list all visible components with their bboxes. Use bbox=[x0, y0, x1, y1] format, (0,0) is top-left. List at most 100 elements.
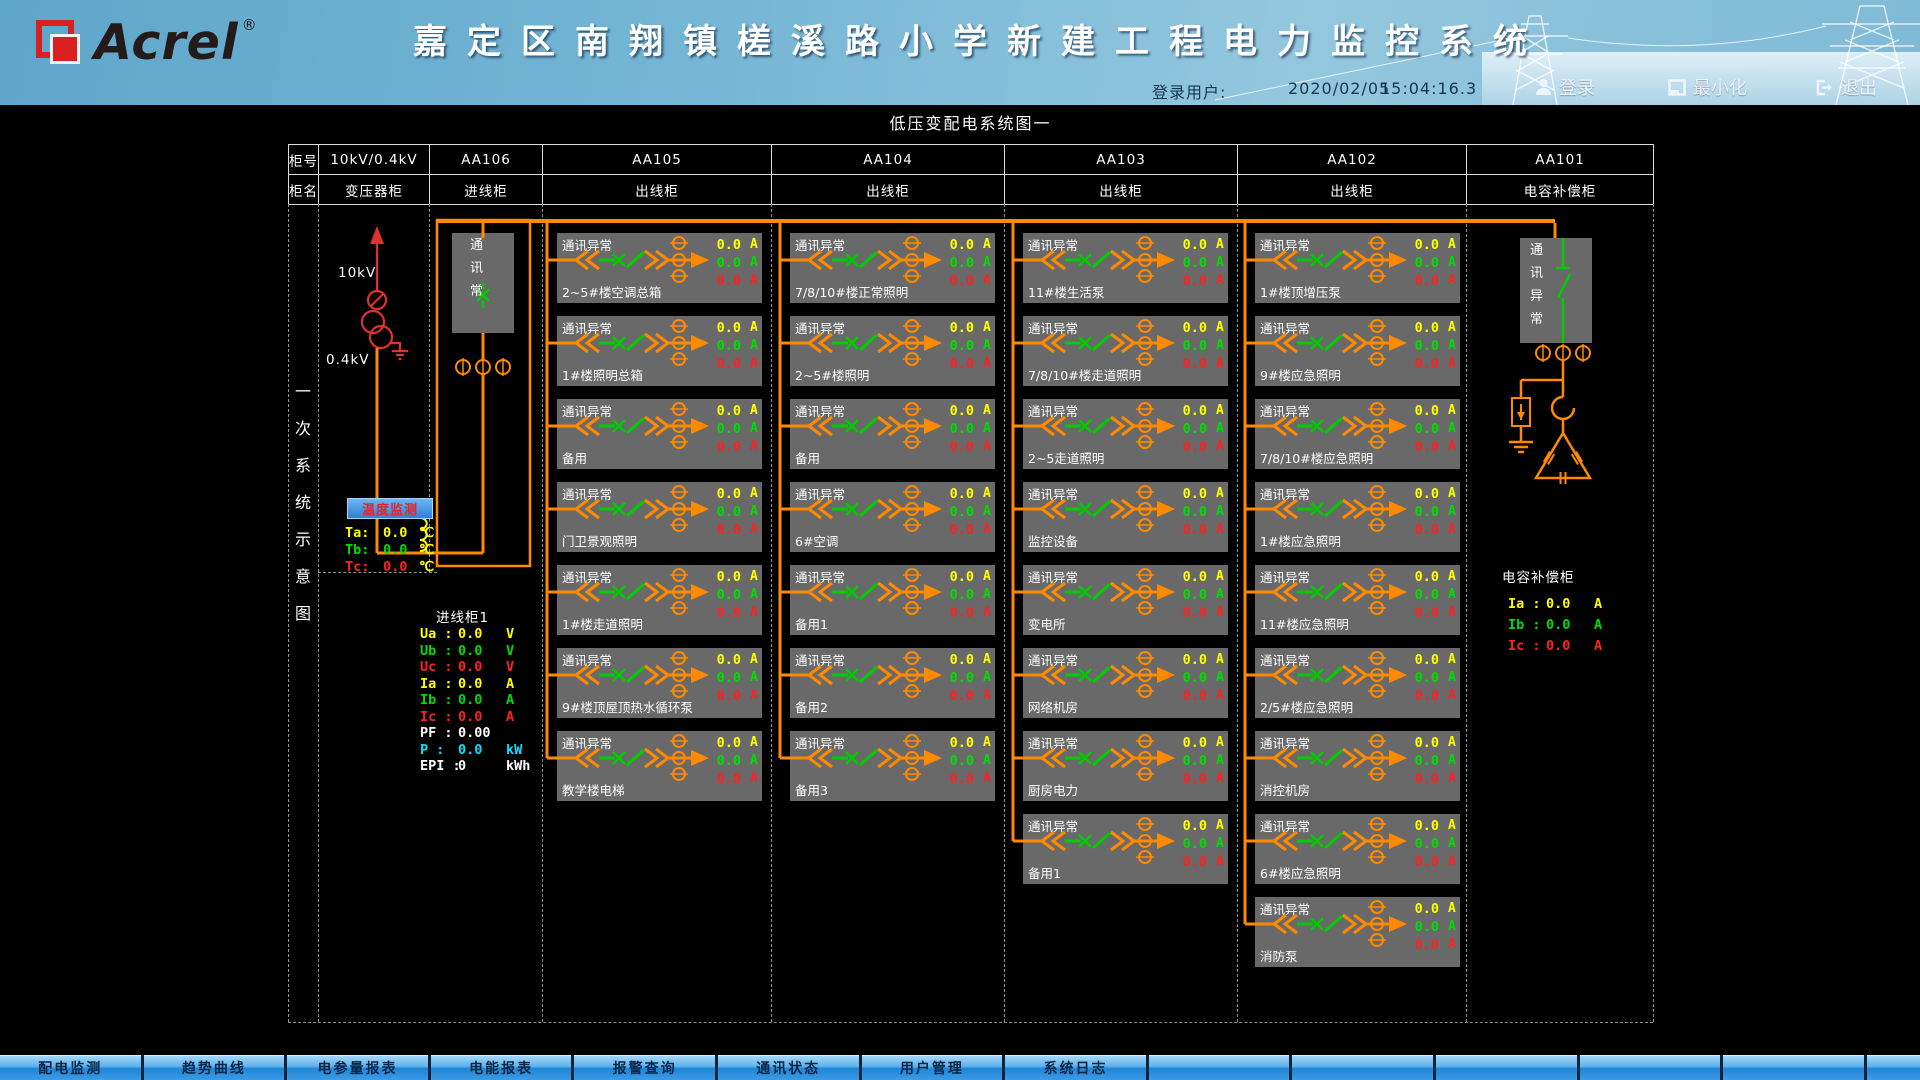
feeder-panel[interactable]: 通讯异常 0.0A0.0A0.0A消防泵 bbox=[1255, 897, 1460, 967]
nav-button[interactable]: 系统日志 bbox=[1005, 1055, 1149, 1080]
phase-current-unit: A bbox=[1448, 818, 1456, 833]
phase-current-value: 0.0 bbox=[1173, 670, 1207, 686]
feeder-panel[interactable]: 通讯异常 0.0A0.0A0.0A2/5#楼应急照明 bbox=[1255, 648, 1460, 718]
phase-current-value: 0.0 bbox=[1173, 854, 1207, 870]
metric-row: EPI : 0 kWh bbox=[420, 758, 469, 774]
phase-current-value: 0.0 bbox=[1405, 439, 1439, 455]
feeder-panel[interactable]: 通讯异常 0.0A0.0A0.0A教学楼电梯 bbox=[557, 731, 762, 801]
nav-button[interactable]: 报警查询 bbox=[574, 1055, 718, 1080]
metric-row: Ic : 0.0 A bbox=[420, 709, 469, 725]
phase-current-value: 0.0 bbox=[1173, 403, 1207, 419]
phase-current-unit: A bbox=[1448, 255, 1456, 270]
feeder-name-label: 1#楼顶增压泵 bbox=[1260, 282, 1341, 301]
nav-button[interactable]: 电能报表 bbox=[431, 1055, 575, 1080]
phase-current-unit: A bbox=[1448, 587, 1456, 602]
metric-row: Ic : 0.0 A bbox=[1508, 638, 1557, 654]
feeder-name-label: 11#楼生活泵 bbox=[1028, 282, 1104, 301]
exit-button[interactable]: 退出 bbox=[1816, 74, 1877, 100]
nav-button-empty[interactable] bbox=[1867, 1055, 1920, 1080]
nav-button-empty[interactable] bbox=[1580, 1055, 1724, 1080]
metric-label: Ia : bbox=[420, 676, 453, 692]
feeder-panel[interactable]: 通讯异常 0.0A0.0A0.0A厨房电力 bbox=[1023, 731, 1228, 801]
feeder-panel[interactable]: 通讯异常 0.0A0.0A0.0A门卫景观照明 bbox=[557, 482, 762, 552]
feeder-panel[interactable]: 通讯异常 0.0A0.0A0.0A7/8/10#楼走道照明 bbox=[1023, 316, 1228, 386]
nav-button[interactable]: 电参量报表 bbox=[287, 1055, 431, 1080]
phase-current-value: 0.0 bbox=[707, 273, 741, 289]
phase-current-unit: A bbox=[1216, 403, 1224, 418]
nav-button-empty[interactable] bbox=[1436, 1055, 1580, 1080]
phase-current-value: 0.0 bbox=[1405, 605, 1439, 621]
nav-button[interactable]: 趋势曲线 bbox=[144, 1055, 288, 1080]
phase-current-value: 0.0 bbox=[1173, 605, 1207, 621]
phase-current-unit: A bbox=[1448, 605, 1456, 620]
nav-button[interactable]: 通讯状态 bbox=[718, 1055, 862, 1080]
phase-current-value: 0.0 bbox=[707, 522, 741, 538]
metric-unit: A bbox=[1594, 638, 1602, 654]
metric-unit: A bbox=[506, 692, 514, 708]
feeder-panel[interactable]: 通讯异常 0.0A0.0A0.0A6#楼应急照明 bbox=[1255, 814, 1460, 884]
nav-button[interactable]: 配电监测 bbox=[0, 1055, 144, 1080]
phase-current-unit: A bbox=[750, 522, 758, 537]
feeder-panel[interactable]: 通讯异常 0.0A0.0A0.0A7/8/10#楼应急照明 bbox=[1255, 399, 1460, 469]
nav-button[interactable]: 用户管理 bbox=[862, 1055, 1006, 1080]
phase-current-unit: A bbox=[1216, 273, 1224, 288]
feeder-panel[interactable]: 通讯异常 0.0A0.0A0.0A1#楼顶增压泵 bbox=[1255, 233, 1460, 303]
feeder-panel[interactable]: 通讯异常 0.0A0.0A0.0A9#楼顶屋顶热水循环泵 bbox=[557, 648, 762, 718]
capacitor-cabinet-title: 电容补偿柜 bbox=[1502, 566, 1575, 586]
feeder-panel[interactable]: 通讯异常 0.0A0.0A0.0A备用1 bbox=[790, 565, 995, 635]
feeder-panel[interactable]: 通讯异常 0.0A0.0A0.0A备用2 bbox=[790, 648, 995, 718]
metric-row: Tc: 0.0 ℃ bbox=[345, 559, 394, 575]
comm-char: 通 bbox=[1530, 244, 1543, 257]
feeder-panel[interactable]: 通讯异常 0.0A0.0A0.0A2~5#楼照明 bbox=[790, 316, 995, 386]
phase-current-value: 0.0 bbox=[1405, 688, 1439, 704]
phase-current-value: 0.0 bbox=[940, 735, 974, 751]
phase-current-value: 0.0 bbox=[1173, 753, 1207, 769]
phase-current-unit: A bbox=[1216, 854, 1224, 869]
feeder-panel[interactable]: 通讯异常 0.0A0.0A0.0A备用 bbox=[557, 399, 762, 469]
feeder-panel[interactable]: 通讯异常 0.0A0.0A0.0A备用3 bbox=[790, 731, 995, 801]
phase-current-value: 0.0 bbox=[1405, 854, 1439, 870]
phase-current-unit: A bbox=[1216, 255, 1224, 270]
nav-button-empty[interactable] bbox=[1723, 1055, 1867, 1080]
feeder-panel[interactable]: 通讯异常 0.0A0.0A0.0A9#楼应急照明 bbox=[1255, 316, 1460, 386]
feeder-panel[interactable]: 通讯异常 0.0A0.0A0.0A备用1 bbox=[1023, 814, 1228, 884]
login-button[interactable]: 登录 bbox=[1535, 74, 1595, 100]
feeder-panel[interactable]: 通讯异常 0.0A0.0A0.0A消控机房 bbox=[1255, 731, 1460, 801]
phase-current-value: 0.0 bbox=[1405, 273, 1439, 289]
exit-icon bbox=[1816, 79, 1834, 96]
feeder-panel[interactable]: 通讯异常 0.0A0.0A0.0A1#楼走道照明 bbox=[557, 565, 762, 635]
feeder-panel[interactable]: 通讯异常 0.0A0.0A0.0A网络机房 bbox=[1023, 648, 1228, 718]
phase-current-unit: A bbox=[1216, 320, 1224, 335]
phase-current-value: 0.0 bbox=[1173, 735, 1207, 751]
phase-current-unit: A bbox=[983, 605, 991, 620]
minimize-button[interactable]: 最小化 bbox=[1668, 74, 1747, 100]
feeder-panel[interactable]: 通讯异常 0.0A0.0A0.0A11#楼应急照明 bbox=[1255, 565, 1460, 635]
feeder-panel[interactable]: 通讯异常 0.0A0.0A0.0A11#楼生活泵 bbox=[1023, 233, 1228, 303]
phase-current-value: 0.0 bbox=[940, 688, 974, 704]
phase-current-value: 0.0 bbox=[707, 771, 741, 787]
phase-current-value: 0.0 bbox=[1173, 237, 1207, 253]
feeder-panel[interactable]: 通讯异常 0.0A0.0A0.0A2~5走道照明 bbox=[1023, 399, 1228, 469]
phase-current-unit: A bbox=[750, 486, 758, 501]
current-date: 2020/02/05 bbox=[1288, 79, 1390, 98]
grid-dash-line bbox=[288, 1022, 1653, 1023]
feeder-panel[interactable]: 通讯异常 0.0A0.0A0.0A变电所 bbox=[1023, 565, 1228, 635]
temperature-monitor-button[interactable]: 温度监测 bbox=[347, 498, 433, 519]
feeder-name-label: 网络机房 bbox=[1028, 697, 1078, 716]
grid-dash-line bbox=[1004, 204, 1005, 1022]
feeder-panel[interactable]: 通讯异常 0.0A0.0A0.0A2~5#楼空调总箱 bbox=[557, 233, 762, 303]
feeder-panel[interactable]: 通讯异常 0.0A0.0A0.0A备用 bbox=[790, 399, 995, 469]
feeder-panel[interactable]: 通讯异常 0.0A0.0A0.0A监控设备 bbox=[1023, 482, 1228, 552]
feeder-name-label: 6#空调 bbox=[795, 531, 838, 550]
phase-current-value: 0.0 bbox=[940, 273, 974, 289]
nav-button-empty[interactable] bbox=[1149, 1055, 1293, 1080]
feeder-panel[interactable]: 通讯异常 0.0A0.0A0.0A6#空调 bbox=[790, 482, 995, 552]
feeder-panel[interactable]: 通讯异常 0.0A0.0A0.0A1#楼照明总箱 bbox=[557, 316, 762, 386]
feeder-name-label: 6#楼应急照明 bbox=[1260, 863, 1341, 882]
feeder-name-label: 2~5#楼空调总箱 bbox=[562, 282, 661, 301]
metric-row: Ta: 0.0 ℃ bbox=[345, 525, 394, 541]
feeder-panel[interactable]: 通讯异常 0.0A0.0A0.0A1#楼应急照明 bbox=[1255, 482, 1460, 552]
nav-button-empty[interactable] bbox=[1292, 1055, 1436, 1080]
phase-current-value: 0.0 bbox=[1405, 587, 1439, 603]
feeder-panel[interactable]: 通讯异常 0.0A0.0A0.0A7/8/10#楼正常照明 bbox=[790, 233, 995, 303]
